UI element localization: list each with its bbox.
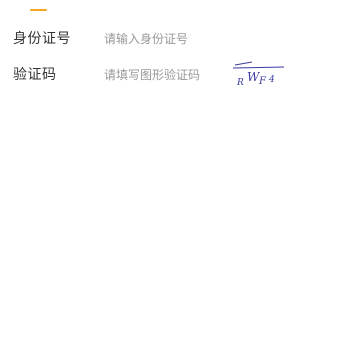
captcha-char: R — [236, 78, 244, 88]
page: 身份证号 验证码 R W F 4 — [0, 0, 360, 360]
id-card-input[interactable] — [104, 30, 224, 48]
captcha-char: F — [258, 76, 267, 87]
captcha-char: 4 — [268, 75, 275, 85]
active-tab-indicator — [30, 9, 47, 11]
captcha-row: 验证码 R W F 4 — [0, 60, 360, 90]
id-card-row: 身份证号 — [0, 24, 360, 54]
id-card-label: 身份证号 — [13, 31, 71, 47]
captcha-input[interactable] — [104, 66, 224, 84]
captcha-label: 验证码 — [13, 67, 57, 83]
captcha-image[interactable]: R W F 4 — [230, 60, 288, 90]
